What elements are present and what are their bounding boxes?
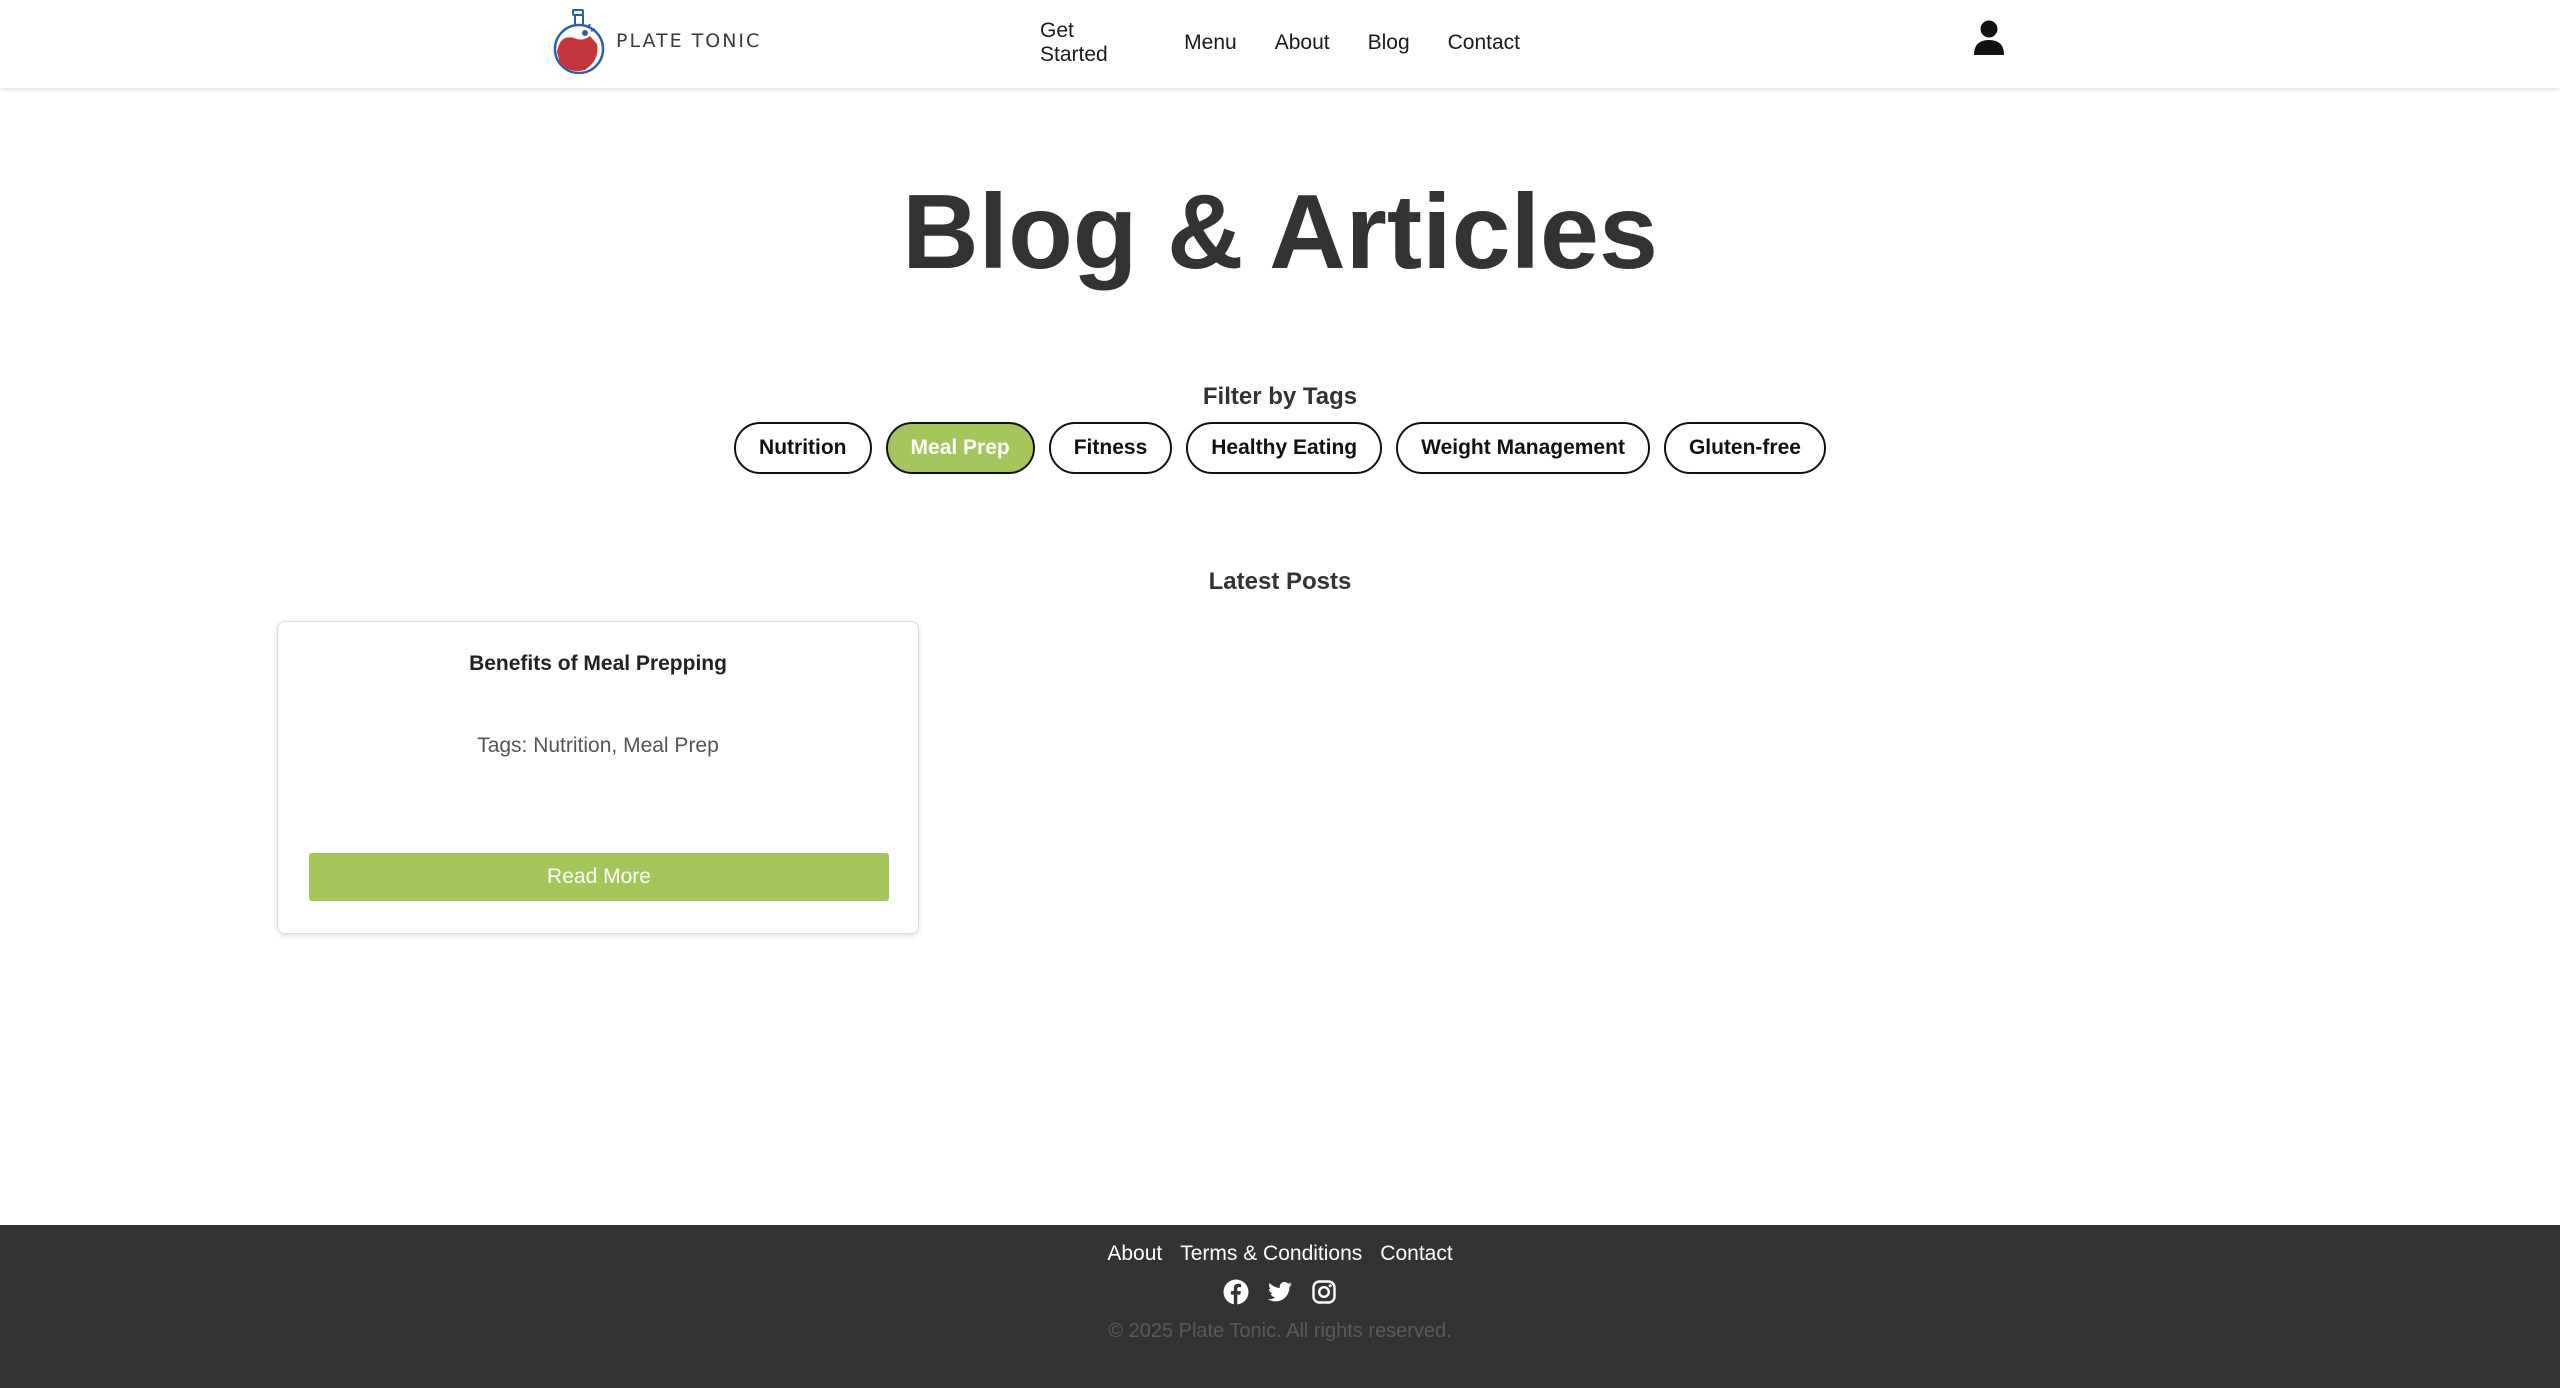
nav-menu[interactable]: Menu (1184, 31, 1237, 55)
tag-meal-prep[interactable]: Meal Prep (885, 422, 1035, 474)
instagram-icon (1312, 1280, 1336, 1304)
nav-blog[interactable]: Blog (1368, 31, 1410, 55)
instagram-link[interactable] (1311, 1279, 1337, 1305)
page-title: Blog & Articles (902, 173, 1658, 291)
footer-link-terms[interactable]: Terms & Conditions (1180, 1242, 1362, 1266)
tag-gluten-free[interactable]: Gluten-free (1663, 422, 1826, 474)
post-title: Benefits of Meal Prepping (469, 652, 727, 675)
tag-nutrition[interactable]: Nutrition (734, 422, 872, 474)
facebook-link[interactable] (1223, 1279, 1249, 1305)
post-tags: Tags: Nutrition, Meal Prep (477, 734, 719, 757)
nav-about[interactable]: About (1275, 31, 1330, 55)
site-footer: About Terms & Conditions Contact © 2025 … (0, 1225, 2560, 1388)
posts-heading: Latest Posts (1208, 568, 1352, 595)
twitter-icon (1268, 1281, 1292, 1302)
filter-heading: Filter by Tags (1202, 383, 1358, 410)
logo-text: PLATE TONIC (616, 30, 762, 52)
tag-filter-list: Nutrition Meal Prep Fitness Healthy Eati… (0, 422, 2560, 474)
tag-weight-management[interactable]: Weight Management (1396, 422, 1650, 474)
logo-link[interactable]: PLATE TONIC (552, 8, 761, 74)
main-nav: Get Started Menu About Blog Contact (1040, 0, 1520, 86)
post-card: Benefits of Meal Prepping Tags: Nutritio… (277, 621, 919, 934)
nav-get-started[interactable]: Get Started (1040, 19, 1146, 67)
logo-flask-icon (553, 9, 605, 74)
footer-link-contact[interactable]: Contact (1380, 1242, 1452, 1266)
social-links (0, 1279, 2560, 1305)
facebook-icon (1223, 1279, 1249, 1305)
read-more-button[interactable]: Read More (309, 853, 889, 901)
twitter-link[interactable] (1267, 1279, 1293, 1305)
user-icon[interactable] (1972, 20, 2006, 56)
footer-links: About Terms & Conditions Contact (0, 1242, 2560, 1266)
tag-healthy-eating[interactable]: Healthy Eating (1186, 422, 1383, 474)
nav-contact[interactable]: Contact (1448, 31, 1520, 55)
tag-fitness[interactable]: Fitness (1048, 422, 1173, 474)
site-header: PLATE TONIC Get Started Menu About Blog … (0, 0, 2560, 88)
footer-link-about[interactable]: About (1107, 1242, 1162, 1266)
copyright-text: © 2025 Plate Tonic. All rights reserved. (1108, 1320, 1452, 1342)
